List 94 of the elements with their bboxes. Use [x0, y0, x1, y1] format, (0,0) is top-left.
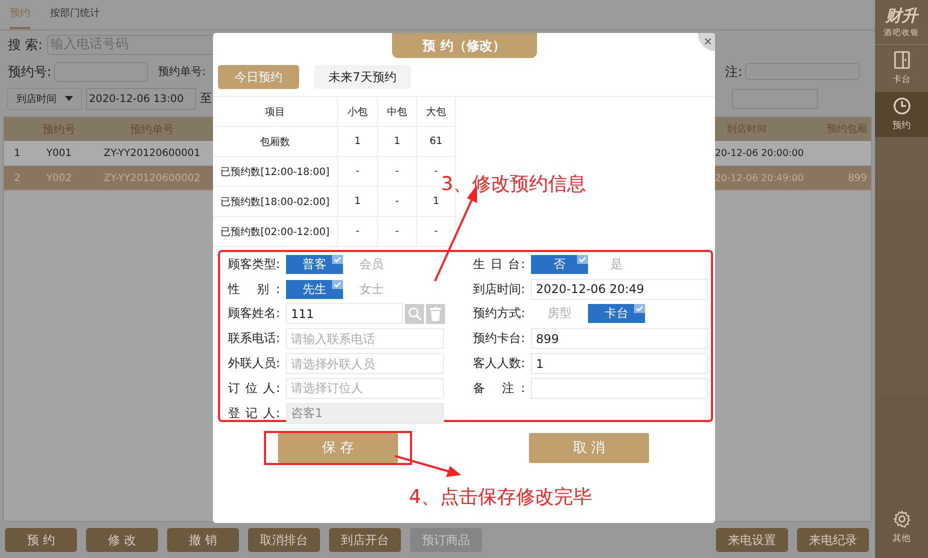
column-header: 中包	[378, 97, 417, 127]
table-cell: 已预约数[02:00-12:00]	[213, 217, 338, 247]
search-icon	[408, 306, 422, 321]
logo-subtitle: 酒吧收银	[884, 27, 920, 38]
input-field[interactable]: 请选择订位人	[286, 378, 444, 399]
table-cell: 1	[338, 187, 378, 217]
range-separator: 至	[200, 90, 212, 107]
field-label: 预约方式:	[473, 305, 525, 322]
door-icon	[894, 51, 910, 69]
cancel-button[interactable]: 取 消	[529, 433, 649, 463]
table-cell: 已预约数[18:00-02:00]	[213, 187, 338, 217]
clock-icon	[892, 97, 910, 115]
page-tab[interactable]: 按部门统计	[50, 6, 100, 29]
dialog-title: 预 约（修改）	[392, 33, 536, 58]
field-label: 外联人员:	[228, 355, 280, 372]
sidebar-item[interactable]: 卡台	[875, 46, 928, 91]
table-cell-text: 20-12-06 20:00:00	[715, 148, 805, 158]
table-cell: -	[338, 157, 378, 187]
choice-option[interactable]: 女士	[343, 280, 400, 299]
table-cell-text: ZY-YY20120600001	[102, 148, 202, 158]
toolbar-button[interactable]: 取消排台	[248, 528, 320, 552]
save-button[interactable]: 保 存	[278, 433, 398, 463]
choice-option[interactable]: 卡台	[588, 304, 645, 324]
table-cell-text: 2	[13, 172, 22, 184]
settings-icon	[892, 510, 910, 528]
choice-option[interactable]: 普客	[286, 254, 343, 274]
check-icon	[332, 280, 343, 289]
field-label: 顾客类型:	[228, 256, 280, 273]
delete-button[interactable]	[426, 304, 445, 324]
table-cell: 1	[338, 127, 378, 157]
toolbar-button[interactable]: 撤 销	[167, 528, 239, 552]
field-label: 订 位 人:	[228, 380, 280, 397]
input-field[interactable]: 899	[531, 328, 708, 350]
start-time-field[interactable]: 2020-12-06 13:00	[86, 88, 196, 110]
table-cell-text: ZY-YY20120600002	[102, 172, 202, 184]
close-button[interactable]: ×	[698, 33, 715, 51]
choice-option[interactable]: 否	[531, 254, 588, 274]
input-field[interactable]: 2020-12-06 20:49	[531, 278, 708, 300]
column-header: 小包	[338, 97, 378, 127]
choice-option[interactable]: 会员	[343, 254, 400, 274]
check-icon	[577, 254, 588, 264]
check-icon	[634, 304, 645, 314]
table-cell: 1	[378, 127, 417, 157]
table-cell: 包厢数	[213, 127, 338, 157]
dialog-tab[interactable]: 未来7天预约	[314, 65, 411, 89]
choice-option[interactable]: 先生	[286, 280, 343, 299]
field-label: 登 记 人:	[228, 404, 280, 422]
field-label: 到店时间:	[473, 280, 525, 298]
field-label: 客人人数:	[473, 355, 525, 372]
trash-icon	[430, 306, 441, 321]
toolbar-button[interactable]: 来电纪录	[797, 528, 869, 552]
table-cell: -	[378, 157, 417, 187]
table-cell-text: Y001	[45, 148, 73, 158]
table-cell-text: 20-12-06 20:49:00	[715, 172, 805, 184]
sidebar-item[interactable]: 预约	[875, 92, 928, 137]
column-header: 大包	[417, 97, 456, 127]
table-cell: 61	[417, 127, 456, 157]
search-button[interactable]	[405, 304, 424, 324]
caret-icon	[64, 96, 72, 101]
remark-label: 注:	[725, 64, 742, 80]
input-field[interactable]: 1	[531, 353, 708, 374]
check-icon	[332, 254, 343, 264]
time-type-dropdown[interactable]: 到店时间	[7, 88, 82, 110]
field-label: 联系电话:	[228, 330, 280, 348]
toolbar-button[interactable]: 到店开台	[329, 528, 401, 552]
toolbar-button[interactable]: 预 约	[5, 528, 77, 552]
field-label: 顾客姓名:	[228, 305, 280, 322]
table-cell: 899	[848, 172, 867, 184]
choice-option[interactable]: 房型	[531, 304, 588, 324]
toolbar-button[interactable]: 来电设置	[716, 528, 788, 552]
toolbar-button[interactable]: 修 改	[86, 528, 158, 552]
table-cell: 已预约数[12:00-18:00]	[213, 157, 338, 187]
annotation-text: 4、点击保存修改完毕	[409, 485, 592, 510]
table-cell: -	[378, 217, 417, 247]
table-cell-text: 1	[13, 148, 22, 158]
field-label: 预约卡台:	[473, 330, 525, 348]
table-cell: -	[417, 217, 456, 247]
input-field[interactable]: 请输入联系电话	[286, 328, 444, 350]
reservation-no-label: 预约号:	[8, 64, 50, 80]
field-label: 生 日 台:	[473, 256, 525, 273]
search-label: 搜 索:	[8, 36, 43, 54]
choice-option[interactable]: 是	[588, 254, 645, 274]
table-cell: -	[338, 217, 378, 247]
dialog-tab[interactable]: 今日预约	[218, 65, 299, 89]
name-field[interactable]: 111	[286, 303, 403, 324]
input-field[interactable]: 请选择外联人员	[286, 353, 444, 374]
logo-title: 财升	[886, 6, 918, 27]
table-cell-text: Y002	[45, 172, 73, 184]
field-label: 备 注:	[473, 380, 525, 397]
column-header: 项目	[213, 97, 338, 127]
sidebar-item[interactable]: 其他	[875, 505, 928, 550]
order-no-label: 预约单号:	[158, 64, 206, 79]
table-cell: -	[378, 187, 417, 217]
field-label: 性 别:	[228, 280, 280, 298]
